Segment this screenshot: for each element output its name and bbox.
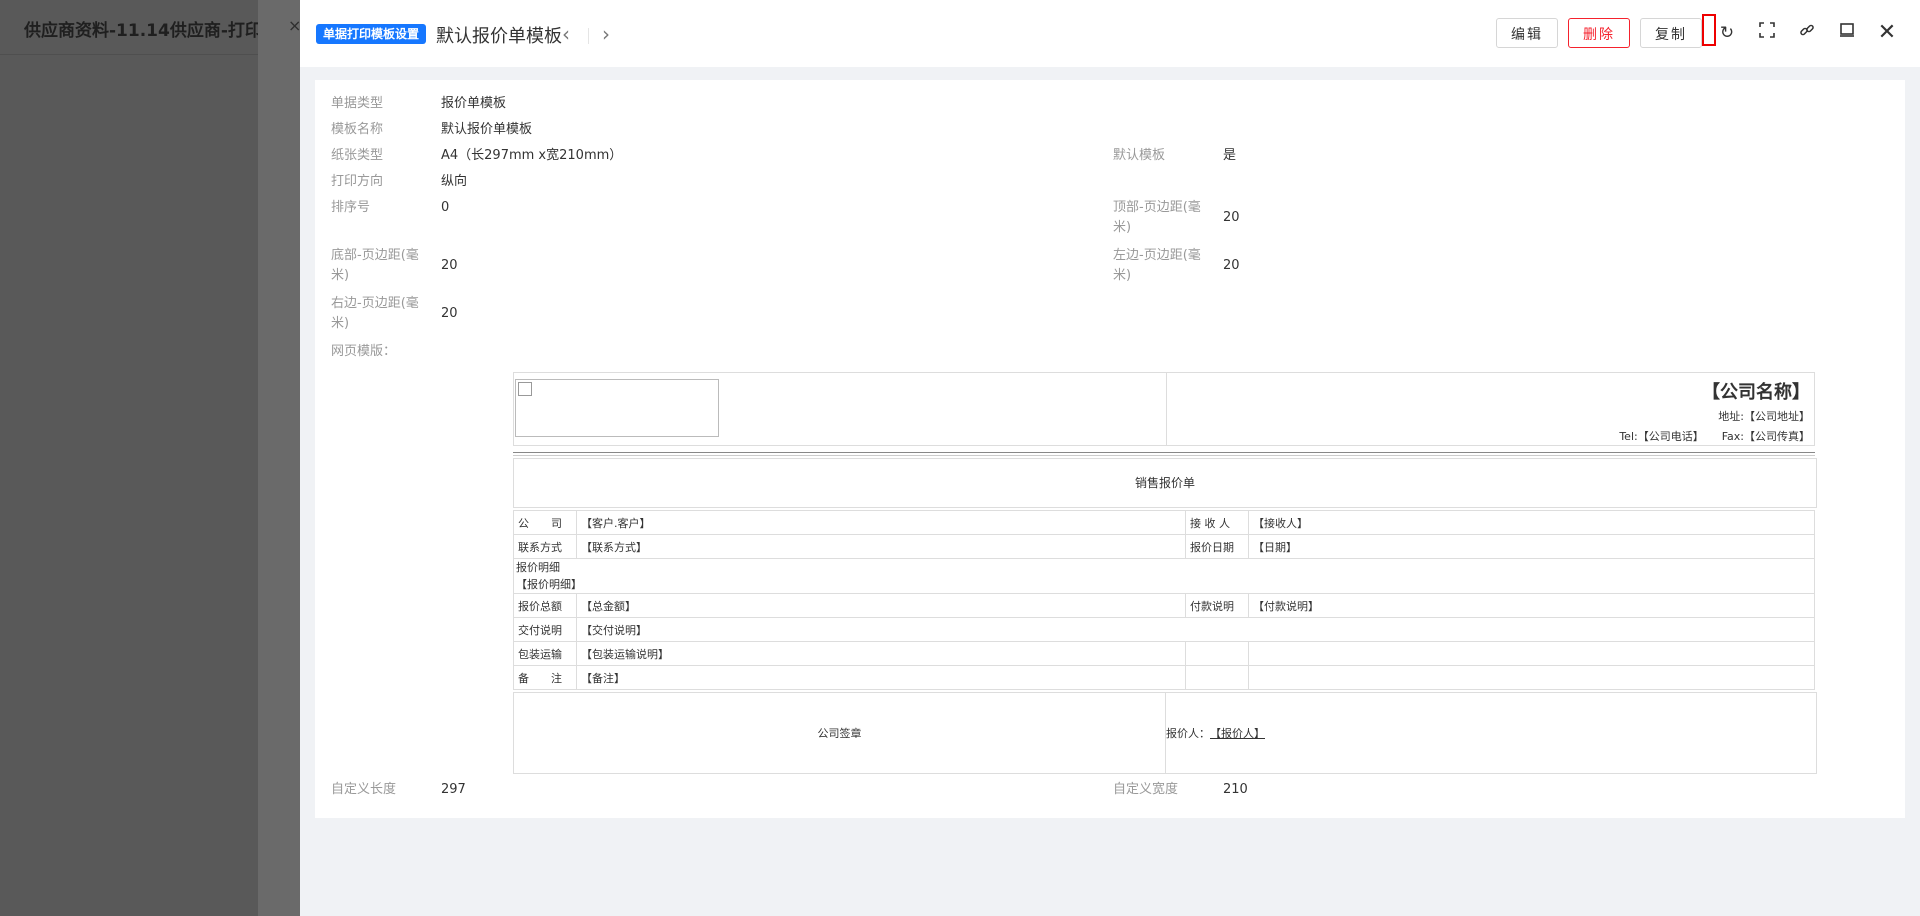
background-page: 供应商资料-11.14供应商-打印 × (0, 0, 301, 916)
template-drawer: 单据打印模板设置 默认报价单模板 ‹ › 编辑 删除 复制 ↻ ✕ 单据类型 报… (300, 0, 1920, 916)
quote-info-table: 公 司 【客户.客户】 接 收 人 【接收人】 联系方式 【联系方式】 报价日期… (513, 510, 1815, 690)
nav-divider (588, 28, 589, 44)
chevron-left-icon[interactable]: ‹ (562, 22, 570, 46)
refresh-icon[interactable]: ↻ (1716, 22, 1738, 44)
drawer-title: 默认报价单模板 (436, 26, 562, 47)
paper-type-label: 纸张类型 (331, 148, 384, 163)
background-strip (258, 0, 300, 916)
company-fax: Fax:【公司传真】 (1721, 430, 1810, 443)
table-row: 交付说明 【交付说明】 (513, 617, 1815, 642)
table-row: 包装运输 【包装运输说明】 (513, 641, 1815, 666)
company-name: 【公司名称】 (1702, 382, 1810, 403)
empty-cell (1185, 641, 1249, 666)
right-margin-label: 右边-页边距(毫 米) (331, 296, 419, 331)
empty-cell (1248, 641, 1815, 666)
top-margin-value: 20 (1223, 210, 1240, 225)
edit-button[interactable]: 编辑 (1496, 18, 1558, 48)
signature-section: 公司签章 报价人： 【报价人】 (513, 692, 1817, 774)
close-icon[interactable]: ✕ (1876, 22, 1898, 44)
payment-value: 【付款说明】 (1248, 593, 1815, 618)
top-margin-label: 顶部-页边距(毫 米) (1113, 200, 1201, 235)
table-row: 报价明细 【报价明细】 (513, 558, 1815, 594)
template-name-value: 默认报价单模板 (441, 122, 533, 137)
link-icon[interactable] (1796, 22, 1818, 44)
monitor-icon[interactable] (1836, 22, 1858, 44)
company-contact: Tel:【公司电话】 Fax:【公司传真】 (1168, 428, 1810, 444)
contact-key: 联系方式 (513, 534, 577, 559)
empty-cell (1185, 665, 1249, 690)
template-detail-card: 单据类型 报价单模板 模板名称 默认报价单模板 纸张类型 A4（长297mm x… (315, 80, 1905, 818)
custom-width-value: 210 (1223, 782, 1248, 797)
template-header-table: 【公司名称】 地址:【公司地址】 Tel:【公司电话】 Fax:【公司传真】 (513, 372, 1815, 446)
remark-key: 备 注 (513, 665, 577, 690)
receiver-value: 【接收人】 (1248, 510, 1815, 535)
bottom-margin-value: 20 (441, 258, 458, 273)
right-margin-value: 20 (441, 306, 458, 321)
table-row: 备 注 【备注】 (513, 665, 1815, 690)
default-template-value: 是 (1223, 148, 1237, 163)
bottom-margin-label: 底部-页边距(毫 米) (331, 248, 419, 283)
doc-type-label: 单据类型 (331, 96, 384, 111)
company-value: 【客户.客户】 (576, 510, 1186, 535)
detail-value: 【报价明细】 (516, 578, 582, 591)
total-value: 【总金额】 (576, 593, 1186, 618)
broken-image-icon (518, 382, 532, 396)
company-info-cell: 【公司名称】 地址:【公司地址】 Tel:【公司电话】 Fax:【公司传真】 (1166, 372, 1815, 446)
custom-width-label: 自定义宽度 (1113, 782, 1179, 797)
detail-cell: 报价明细 【报价明细】 (513, 558, 1815, 594)
delete-button[interactable]: 删除 (1568, 18, 1630, 48)
remark-value: 【备注】 (576, 665, 1186, 690)
date-value: 【日期】 (1248, 534, 1815, 559)
logo-image-placeholder (515, 379, 719, 437)
delivery-value: 【交付说明】 (576, 617, 1815, 642)
template-name-label: 模板名称 (331, 122, 384, 137)
fullscreen-icon[interactable] (1756, 22, 1778, 44)
quoter-cell: 报价人： 【报价人】 (1166, 693, 1816, 773)
total-key: 报价总额 (513, 593, 577, 618)
empty-cell (1248, 665, 1815, 690)
paper-type-value: A4（长297mm x宽210mm） (441, 148, 623, 163)
company-key: 公 司 (513, 510, 577, 535)
logo-cell (513, 372, 1167, 446)
table-row: 报价总额 【总金额】 付款说明 【付款说明】 (513, 593, 1815, 618)
web-template-label: 网页模版： (331, 344, 397, 359)
left-margin-label: 左边-页边距(毫 米) (1113, 248, 1201, 283)
contact-value: 【联系方式】 (576, 534, 1186, 559)
drawer-header: 单据打印模板设置 默认报价单模板 ‹ › 编辑 删除 复制 ↻ ✕ (300, 0, 1920, 67)
chevron-right-icon[interactable]: › (602, 22, 610, 46)
company-address: 地址:【公司地址】 (1718, 410, 1810, 423)
receiver-key: 接 收 人 (1185, 510, 1249, 535)
table-row: 公 司 【客户.客户】 接 收 人 【接收人】 (513, 510, 1815, 535)
print-direction-value: 纵向 (441, 174, 468, 189)
quoter-value: 【报价人】 (1210, 727, 1265, 740)
background-page-title: 供应商资料-11.14供应商-打印 (24, 21, 262, 41)
module-tag: 单据打印模板设置 (316, 24, 427, 44)
packing-value: 【包装运输说明】 (576, 641, 1186, 666)
background-divider (0, 54, 258, 55)
delivery-key: 交付说明 (513, 617, 577, 642)
header-double-rule (513, 452, 1815, 456)
payment-key: 付款说明 (1185, 593, 1249, 618)
sort-no-value: 0 (441, 200, 450, 215)
custom-length-label: 自定义长度 (331, 782, 397, 797)
highlight-box (1702, 14, 1716, 46)
table-row: 联系方式 【联系方式】 报价日期 【日期】 (513, 534, 1815, 559)
quoter-label: 报价人： (1166, 727, 1210, 740)
custom-length-value: 297 (441, 782, 466, 797)
copy-button[interactable]: 复制 (1640, 18, 1702, 48)
sort-no-label: 排序号 (331, 200, 371, 215)
packing-key: 包装运输 (513, 641, 577, 666)
detail-key: 报价明细 (516, 561, 560, 574)
doc-type-value: 报价单模板 (441, 96, 507, 111)
default-template-label: 默认模板 (1113, 148, 1166, 163)
print-direction-label: 打印方向 (331, 174, 384, 189)
date-key: 报价日期 (1185, 534, 1249, 559)
quote-heading: 销售报价单 (513, 458, 1817, 508)
company-tel: Tel:【公司电话】 (1619, 430, 1704, 443)
left-margin-value: 20 (1223, 258, 1240, 273)
company-seal: 公司签章 (514, 693, 1166, 773)
print-template-preview: 【公司名称】 地址:【公司地址】 Tel:【公司电话】 Fax:【公司传真】 销售… (513, 372, 1817, 774)
